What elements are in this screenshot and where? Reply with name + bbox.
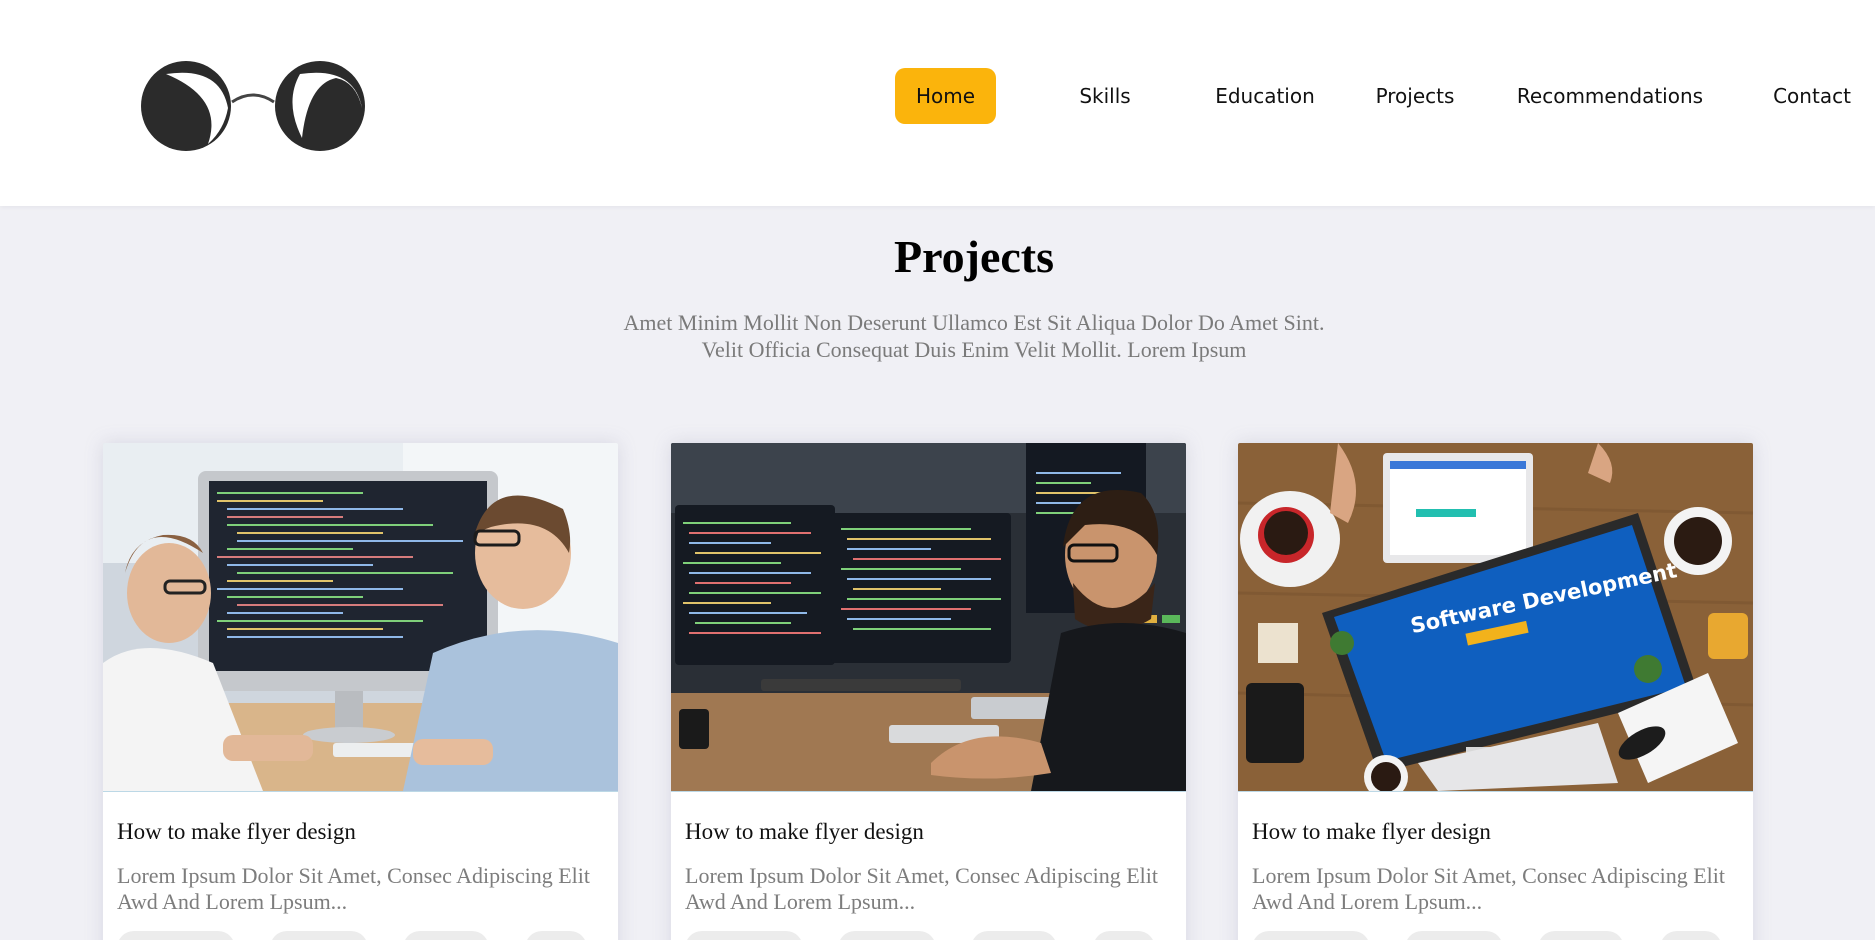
tag-css[interactable]: CSS bbox=[1093, 931, 1155, 940]
project-image: Software Development bbox=[1238, 443, 1753, 792]
project-card[interactable]: How to make flyer design Lorem Ipsum Dol… bbox=[671, 443, 1186, 940]
project-card[interactable]: Software Development How to make flyer d… bbox=[1238, 443, 1753, 940]
description-line: Lorem Ipsum Dolor Sit Amet, Consec Adipi… bbox=[685, 863, 1158, 888]
tag-css[interactable]: CSS bbox=[1660, 931, 1722, 940]
section-title: Projects bbox=[893, 231, 1055, 282]
project-title[interactable]: How to make flyer design bbox=[685, 819, 924, 845]
project-image bbox=[671, 443, 1186, 792]
section-subtitle: Amet Minim Mollit Non Deserunt Ullamco E… bbox=[0, 309, 1875, 363]
subtitle-line: Amet Minim Mollit Non Deserunt Ullamco E… bbox=[623, 310, 1325, 335]
project-description: Lorem Ipsum Dolor Sit Amet, Consec Adipi… bbox=[1252, 863, 1747, 915]
tag-javascript[interactable]: Javascript bbox=[117, 931, 235, 940]
tag-next[interactable]: Next.js bbox=[971, 931, 1057, 940]
nav-skills[interactable]: Skills bbox=[1065, 68, 1145, 124]
description-line: Awd And Lorem Lpsum... bbox=[1252, 889, 1483, 914]
nav-projects[interactable]: Projects bbox=[1365, 68, 1465, 124]
tag-javascript[interactable]: Javascript bbox=[1252, 931, 1370, 940]
tag-next[interactable]: Next.js bbox=[1538, 931, 1624, 940]
description-line: Awd And Lorem Lpsum... bbox=[117, 889, 348, 914]
project-card[interactable]: How to make flyer design Lorem Ipsum Dol… bbox=[103, 443, 618, 940]
project-title[interactable]: How to make flyer design bbox=[1252, 819, 1491, 845]
site-header: Home Skills Education Projects Recommend… bbox=[0, 0, 1875, 206]
description-line: Lorem Ipsum Dolor Sit Amet, Consec Adipi… bbox=[1252, 863, 1725, 888]
nav-recommendations[interactable]: Recommendations bbox=[1508, 68, 1712, 124]
subtitle-line: Velit Officia Consequat Duis Enim Velit … bbox=[701, 337, 1247, 362]
tag-next[interactable]: Next.js bbox=[403, 931, 489, 940]
tag-javascript[interactable]: Javascript bbox=[685, 931, 803, 940]
nav-home[interactable]: Home bbox=[895, 68, 996, 124]
project-description: Lorem Ipsum Dolor Sit Amet, Consec Adipi… bbox=[117, 863, 612, 915]
tag-react[interactable]: React.js bbox=[270, 931, 368, 940]
nav-contact[interactable]: Contact bbox=[1755, 68, 1869, 124]
tag-react[interactable]: React.js bbox=[1405, 931, 1503, 940]
project-description: Lorem Ipsum Dolor Sit Amet, Consec Adipi… bbox=[685, 863, 1180, 915]
description-line: Lorem Ipsum Dolor Sit Amet, Consec Adipi… bbox=[117, 863, 590, 888]
project-image bbox=[103, 443, 618, 792]
nav-education[interactable]: Education bbox=[1205, 68, 1325, 124]
tag-css[interactable]: CSS bbox=[525, 931, 587, 940]
description-line: Awd And Lorem Lpsum... bbox=[685, 889, 916, 914]
tag-react[interactable]: React.js bbox=[838, 931, 936, 940]
project-title[interactable]: How to make flyer design bbox=[117, 819, 356, 845]
main-nav: Home Skills Education Projects Recommend… bbox=[0, 68, 1875, 124]
